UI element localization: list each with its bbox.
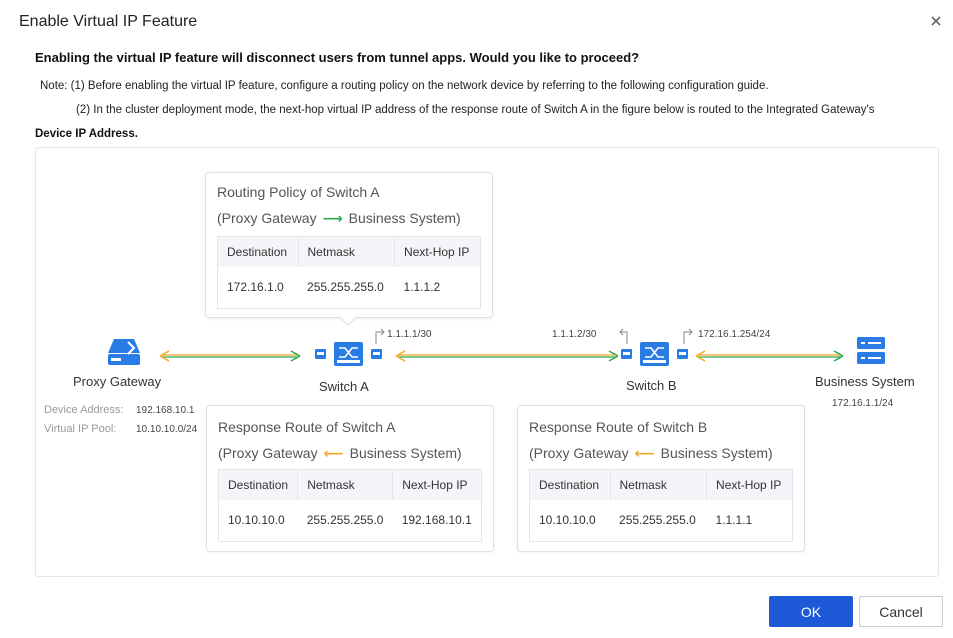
close-icon[interactable] — [927, 12, 945, 30]
ok-button[interactable]: OK — [769, 596, 853, 627]
device-address-value: 192.168.10.1 — [136, 405, 195, 416]
response-route-b-card: Response Route of Switch B (Proxy Gatewa… — [517, 405, 805, 552]
response-route-a-table: Destination Netmask Next-Hop IP 10.10.10… — [218, 469, 482, 542]
confirmation-question: Enabling the virtual IP feature will dis… — [35, 50, 640, 65]
switch-b-left-port-ip: 1.1.1.2/30 — [552, 329, 597, 340]
response-route-a-direction: (Proxy Gateway ⟵ Business System) — [218, 445, 462, 461]
business-system-label: Business System — [815, 374, 915, 389]
note-line-1: Note: (1) Before enabling the virtual IP… — [40, 80, 769, 92]
switch-b-right-port-ip: 172.16.1.254/24 — [698, 329, 771, 340]
table-row: 10.10.10.0 255.255.255.0 1.1.1.1 — [529, 499, 793, 542]
proxy-gateway-label: Proxy Gateway — [73, 374, 162, 389]
response-route-b-title: Response Route of Switch B — [529, 419, 708, 435]
device-address-label: Device Address: — [44, 404, 124, 416]
routing-policy-table: Destination Netmask Next-Hop IP 172.16.1… — [217, 236, 481, 309]
arrow-left-icon: ⟵ — [634, 445, 655, 461]
switch-a-port-ip: 1.1.1.1/30 — [387, 329, 432, 340]
switch-a-icon — [315, 342, 382, 366]
switch-b-icon — [621, 342, 688, 366]
response-route-b-table: Destination Netmask Next-Hop IP 10.10.10… — [529, 469, 793, 542]
response-route-a-title: Response Route of Switch A — [218, 419, 396, 435]
callout-pointer — [340, 317, 356, 326]
response-route-b-direction: (Proxy Gateway ⟵ Business System) — [529, 445, 773, 461]
proxy-gateway-icon — [108, 339, 140, 365]
enable-virtual-ip-dialog: Enable Virtual IP Feature Enabling the v… — [0, 0, 953, 638]
response-route-a-card: Response Route of Switch A (Proxy Gatewa… — [206, 405, 494, 552]
routing-policy-card: Routing Policy of Switch A (Proxy Gatewa… — [205, 172, 493, 318]
routing-policy-title: Routing Policy of Switch A — [217, 184, 380, 200]
table-row: 10.10.10.0 255.255.255.0 192.168.10.1 — [218, 499, 482, 542]
virtual-ip-pool-label: Virtual IP Pool: — [44, 423, 117, 435]
virtual-ip-pool-value: 10.10.10.0/24 — [136, 424, 198, 435]
cancel-button[interactable]: Cancel — [859, 596, 943, 627]
arrow-right-icon: ⟶ — [322, 210, 343, 226]
note-line-3: Device IP Address. — [35, 128, 138, 140]
switch-a-label: Switch A — [319, 379, 369, 394]
table-row: 172.16.1.0 255.255.255.0 1.1.1.2 — [217, 266, 481, 309]
note-line-2: (2) In the cluster deployment mode, the … — [76, 104, 875, 116]
network-diagram: Routing Policy of Switch A (Proxy Gatewa… — [35, 147, 939, 577]
routing-policy-direction: (Proxy Gateway ⟶ Business System) — [217, 210, 461, 226]
arrow-left-icon: ⟵ — [323, 445, 344, 461]
switch-b-label: Switch B — [626, 378, 677, 393]
business-system-icon — [857, 337, 885, 364]
business-system-ip: 172.16.1.1/24 — [832, 398, 894, 409]
dialog-title: Enable Virtual IP Feature — [19, 13, 198, 30]
